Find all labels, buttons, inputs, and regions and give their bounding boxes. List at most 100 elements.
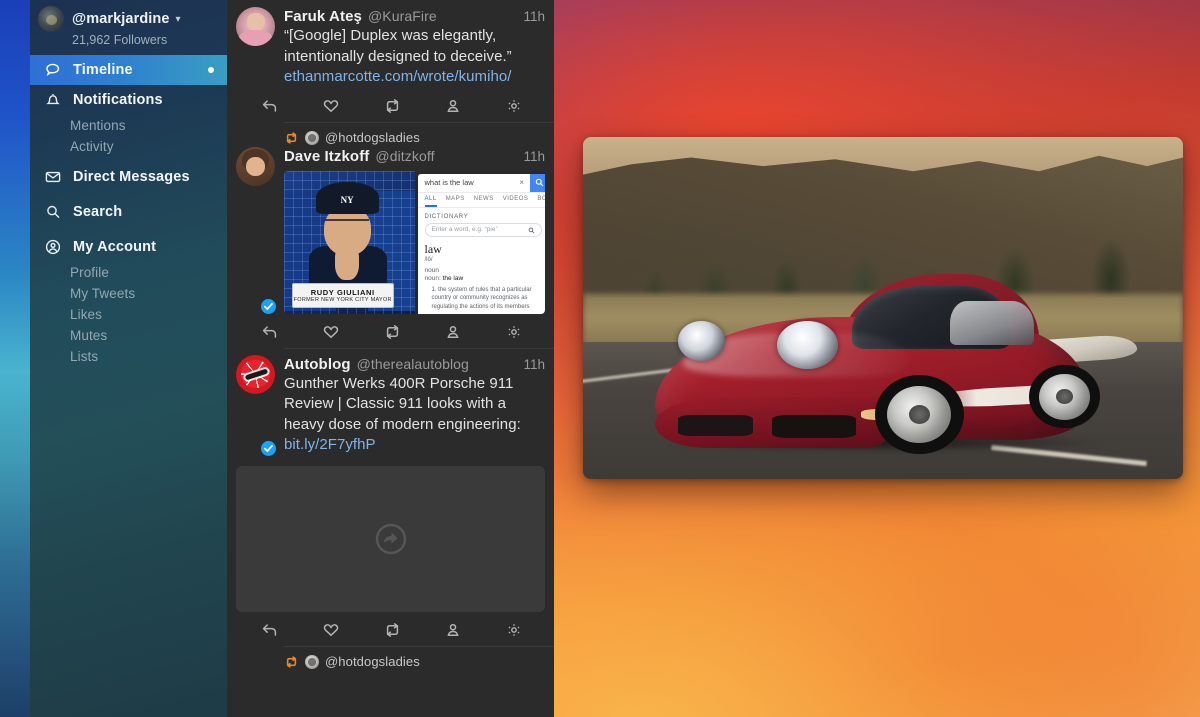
tweet-author-handle[interactable]: @therealautoblog xyxy=(357,356,469,372)
retweeter-avatar xyxy=(305,130,319,145)
yankees-cap xyxy=(315,181,379,214)
retweet-icon[interactable] xyxy=(361,324,422,340)
tab-maps[interactable]: MAPS xyxy=(446,196,465,207)
tweet-item[interactable]: Autoblog @therealautoblog 11h Gunther We… xyxy=(227,347,554,646)
sidebar-subitem-mentions[interactable]: Mentions xyxy=(30,115,227,136)
tab-books[interactable]: BO xyxy=(537,196,545,207)
gear-icon[interactable] xyxy=(484,324,545,340)
gear-icon[interactable] xyxy=(484,622,545,638)
avatar-wrap[interactable] xyxy=(236,146,277,315)
tweet-media-placeholder[interactable] xyxy=(236,465,545,612)
caption-title: FORMER NEW YORK CITY MAYOR xyxy=(293,297,392,304)
avatar-wrap[interactable] xyxy=(236,354,277,457)
porsche-car xyxy=(655,250,1138,455)
close-icon[interactable]: × xyxy=(513,178,530,187)
tweet-author-handle[interactable]: @ditzkoff xyxy=(375,148,434,164)
sidebar-subitem-activity[interactable]: Activity xyxy=(30,136,227,157)
avatar xyxy=(38,6,64,32)
google-result-card: what is the law × ALL MAPS NEWS VIDEOS B… xyxy=(417,173,545,314)
tweet-text: “[Google] Duplex was elegantly, intentio… xyxy=(284,26,545,88)
gear-icon[interactable] xyxy=(484,98,545,114)
sidebar-item-label: Direct Messages xyxy=(73,169,190,185)
tweet-main: Dave Itzkoff @ditzkoff 11h NY RUDY GIULI… xyxy=(236,146,545,315)
front-wheel-hub xyxy=(908,404,931,425)
tweet-separator xyxy=(284,347,554,349)
unread-dot xyxy=(208,67,214,73)
avatar xyxy=(236,354,275,394)
tweet-author-handle[interactable]: @KuraFire xyxy=(368,8,437,24)
timeline-column[interactable]: Faruk Ateş @KuraFire 11h “[Google] Duple… xyxy=(227,0,554,717)
sidebar-subitem-profile[interactable]: Profile xyxy=(30,262,227,283)
verified-badge-icon xyxy=(260,297,277,315)
avatar-wrap[interactable] xyxy=(236,7,275,88)
reply-icon[interactable] xyxy=(239,622,300,638)
tweet-author-name[interactable]: Dave Itzkoff xyxy=(284,148,369,165)
reply-icon[interactable] xyxy=(239,324,300,340)
dictionary-word: law xyxy=(424,241,442,256)
heart-icon[interactable] xyxy=(300,622,361,638)
tweet-item[interactable]: @hotdogsladies Dave Itzkoff @ditzkoff 11… xyxy=(227,121,554,348)
retweet-icon[interactable] xyxy=(361,98,422,114)
car-intake-left xyxy=(678,414,754,437)
account-row[interactable]: @markjardine ▾ xyxy=(38,6,227,32)
chevron-down-icon[interactable]: ▾ xyxy=(176,14,181,25)
person-icon[interactable] xyxy=(423,622,484,638)
retweeter-handle[interactable]: @hotdogsladies xyxy=(325,130,420,145)
retweet-header: @hotdogsladies xyxy=(284,653,545,671)
sidebar-subitem-mutes[interactable]: Mutes xyxy=(30,325,227,346)
tweet-link[interactable]: bit.ly/2F7yfhP xyxy=(284,435,545,456)
tweet-media-photo[interactable]: RUDY GIULIANI FORMER NEW YORK CITY MAYOR… xyxy=(284,170,545,314)
magnifier-icon xyxy=(44,203,62,221)
sidebar-subitem-likes[interactable]: Likes xyxy=(30,304,227,325)
tweet-item[interactable]: @hotdogsladies xyxy=(227,645,554,671)
tweet-header: Faruk Ateş @KuraFire 11h xyxy=(284,8,545,25)
porsche-photo-window[interactable] xyxy=(583,137,1183,479)
person-icon[interactable] xyxy=(423,324,484,340)
sidebar: @markjardine ▾ 21,962 Followers Timeline xyxy=(30,0,227,717)
car-front-wheel xyxy=(874,374,964,455)
tweet-actions xyxy=(236,316,545,348)
sidebar-item-my-account[interactable]: My Account xyxy=(30,232,227,262)
dictionary-word-input[interactable]: Enter a word, e.g. “pie” xyxy=(424,221,542,239)
noun-label: noun: xyxy=(424,274,441,282)
retweet-header: @hotdogsladies xyxy=(284,129,545,147)
person-icon[interactable] xyxy=(423,98,484,114)
noun-value: the law xyxy=(442,274,464,282)
sidebar-item-timeline[interactable]: Timeline xyxy=(30,55,227,85)
google-search-row[interactable]: what is the law × xyxy=(417,173,545,193)
tab-videos[interactable]: VIDEOS xyxy=(503,196,529,207)
tab-news[interactable]: NEWS xyxy=(474,196,494,207)
car-headlight-right xyxy=(776,321,838,369)
sidebar-item-search[interactable]: Search xyxy=(30,197,227,227)
google-screenshot-region: what is the law × ALL MAPS NEWS VIDEOS B… xyxy=(414,170,545,314)
sidebar-item-notifications[interactable]: Notifications xyxy=(30,85,227,115)
magnifier-icon[interactable] xyxy=(530,173,545,192)
tab-all[interactable]: ALL xyxy=(424,196,437,207)
heart-icon[interactable] xyxy=(300,324,361,340)
tweet-body: Faruk Ateş @KuraFire 11h “[Google] Duple… xyxy=(284,7,545,88)
tweet-item[interactable]: Faruk Ateş @KuraFire 11h “[Google] Duple… xyxy=(227,0,554,122)
reply-icon[interactable] xyxy=(239,98,300,114)
sidebar-subitem-lists[interactable]: Lists xyxy=(30,346,227,367)
dictionary-definition: 1. the system of rules that a particular… xyxy=(431,286,532,310)
sidebar-item-label: My Account xyxy=(73,239,157,255)
tweet-separator xyxy=(284,645,554,647)
tweet-link[interactable]: ethanmarcotte.com/wrote/kumiho/ xyxy=(284,67,545,88)
tweet-timestamp: 11h xyxy=(523,356,545,372)
sidebar-item-direct-messages[interactable]: Direct Messages xyxy=(30,162,227,192)
tweet-text-body: Gunther Werks 400R Porsche 911 Review | … xyxy=(284,374,521,433)
retweet-icon[interactable] xyxy=(361,622,422,638)
tweet-actions xyxy=(236,90,545,122)
tweet-author-name[interactable]: Faruk Ateş xyxy=(284,8,362,25)
sidebar-subitem-my-tweets[interactable]: My Tweets xyxy=(30,283,227,304)
retweet-icon xyxy=(284,131,299,145)
tweet-author-name[interactable]: Autoblog xyxy=(284,356,351,373)
heart-icon[interactable] xyxy=(300,98,361,114)
magnifier-icon[interactable] xyxy=(528,221,535,239)
account-header[interactable]: @markjardine ▾ 21,962 Followers xyxy=(30,0,227,55)
avatar xyxy=(236,146,275,186)
retweeter-handle[interactable]: @hotdogsladies xyxy=(325,654,420,669)
envelope-icon xyxy=(44,168,62,186)
followers-count: 21,962 Followers xyxy=(72,33,168,47)
media-photo-inner: RUDY GIULIANI FORMER NEW YORK CITY MAYOR… xyxy=(284,170,545,314)
